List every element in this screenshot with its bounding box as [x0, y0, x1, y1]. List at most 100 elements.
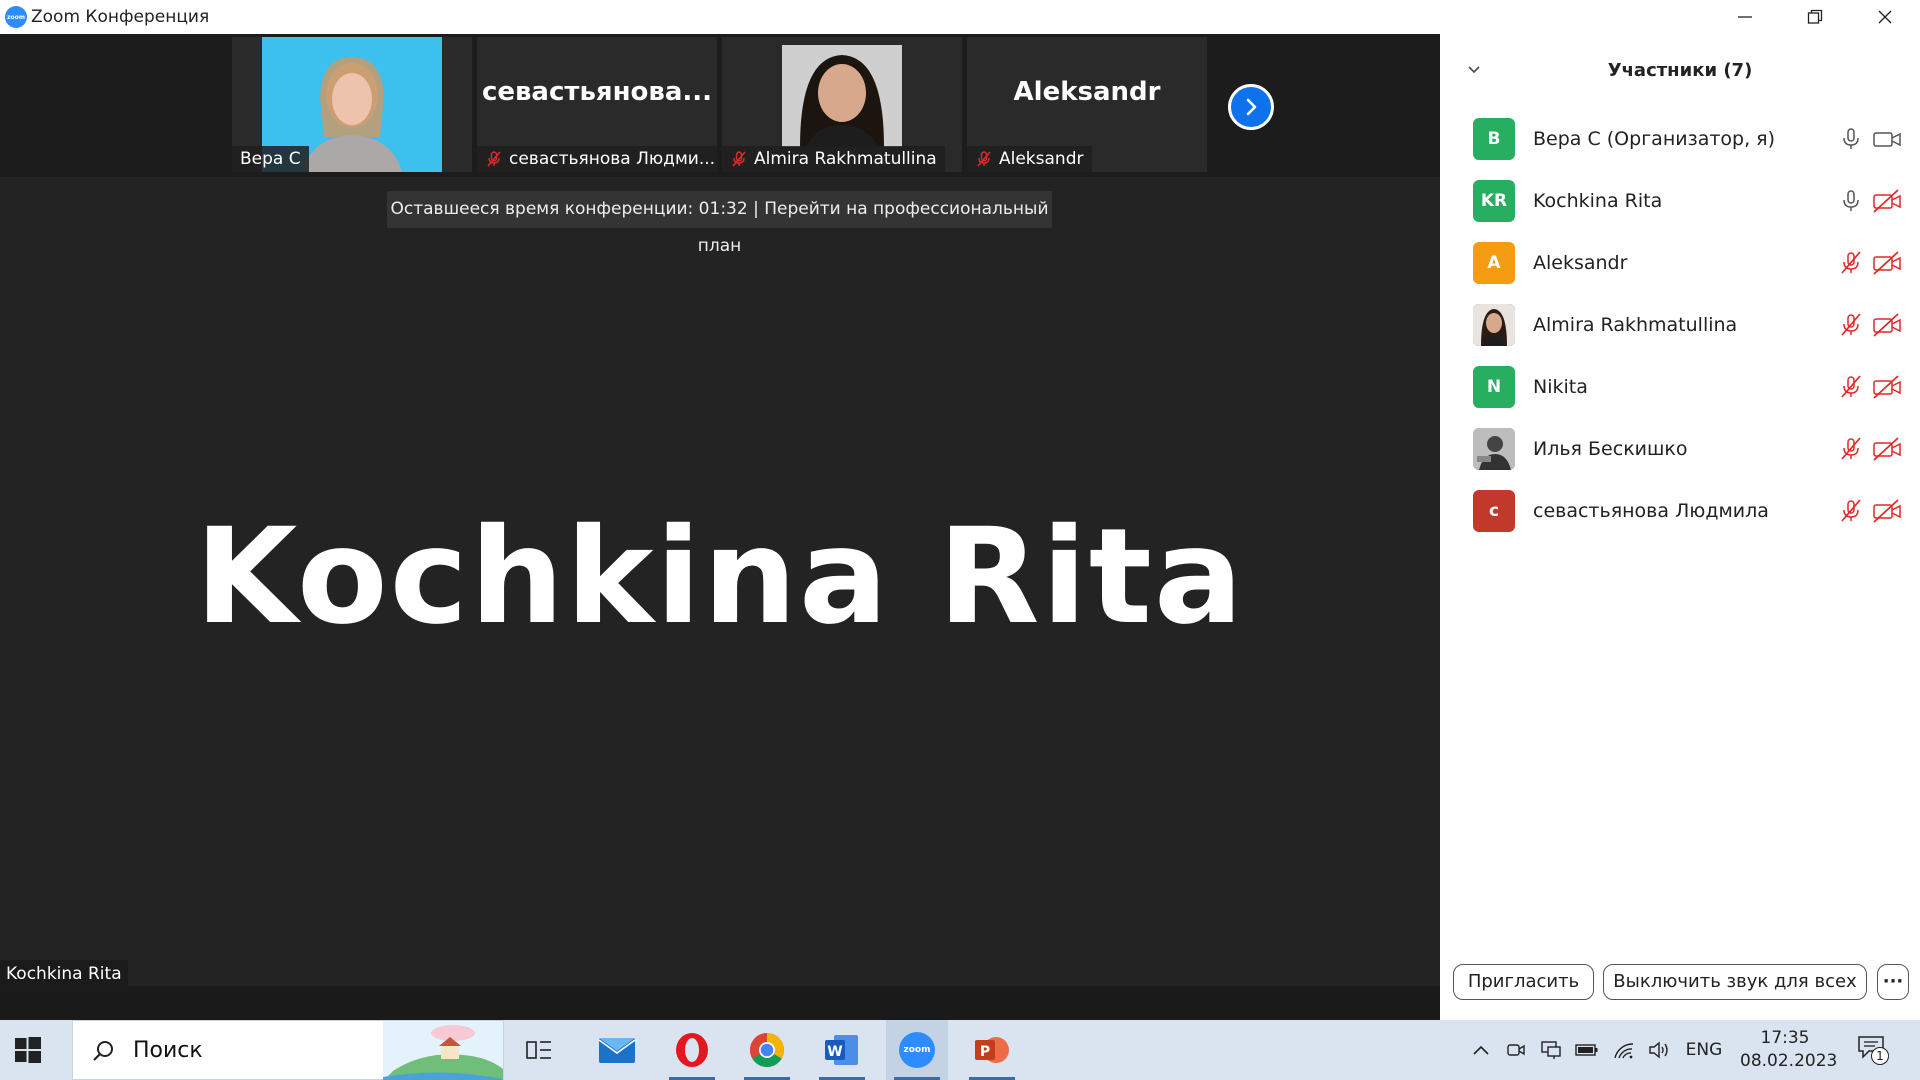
restore-button[interactable] — [1780, 0, 1850, 34]
participant-photo — [782, 45, 902, 147]
title-bar: zoom Zoom Конференция — [0, 0, 1920, 34]
video-on-icon — [1873, 132, 1901, 147]
taskbar-opera[interactable] — [661, 1020, 723, 1080]
chrome-icon — [750, 1033, 784, 1067]
participant-avatar: KR — [1473, 180, 1515, 222]
video-area: Вера С севастьянова... севастьянова Людм… — [0, 34, 1440, 988]
tray-network-wired[interactable] — [1536, 1020, 1566, 1080]
clock-date: 08.02.2023 — [1740, 1051, 1838, 1071]
close-button[interactable] — [1850, 0, 1920, 34]
participants-panel: Участники (7) В Вера С (Организатор, я) KR… — [1440, 34, 1920, 1020]
mic-on-icon — [1843, 128, 1859, 149]
windows-start-icon[interactable] — [14, 1036, 42, 1064]
video-footer — [0, 986, 1440, 1020]
taskbar-chrome[interactable] — [736, 1020, 798, 1080]
powerpoint-icon: P — [975, 1037, 1009, 1063]
video-off-icon — [1873, 251, 1901, 275]
tray-volume[interactable] — [1644, 1020, 1674, 1080]
mic-muted-icon — [487, 151, 501, 167]
search-placeholder: Поиск — [133, 1038, 203, 1063]
invite-button[interactable]: Пригласить — [1453, 964, 1594, 1000]
word-icon: W — [825, 1035, 858, 1065]
tile-name-label: Almira Rakhmatullina — [722, 146, 945, 172]
chevron-right-icon — [1246, 98, 1257, 116]
participant-name: Kochkina Rita — [1533, 190, 1663, 212]
participant-name: Almira Rakhmatullina — [1533, 314, 1738, 336]
participant-name: Aleksandr — [1533, 252, 1628, 274]
chevron-up-icon — [1473, 1045, 1489, 1055]
participant-avatar — [1473, 304, 1515, 346]
volume-icon — [1649, 1041, 1668, 1059]
participant-row[interactable]: В Вера С (Организатор, я) — [1440, 108, 1920, 170]
taskbar-word[interactable]: W — [811, 1020, 873, 1080]
next-page-button[interactable] — [1228, 84, 1274, 130]
search-icon — [93, 1041, 113, 1061]
svg-text:W: W — [827, 1044, 842, 1060]
video-off-icon — [1873, 313, 1901, 337]
mic-muted-icon — [1841, 313, 1861, 336]
video-off-icon — [1873, 499, 1901, 523]
participant-name: Nikita — [1533, 376, 1588, 398]
taskbar-clock[interactable]: 17:35 08.02.2023 — [1740, 1027, 1838, 1073]
mail-icon — [598, 1038, 636, 1063]
mic-muted-icon — [732, 151, 746, 167]
notification-center-button[interactable]: 1 — [1852, 1020, 1892, 1080]
participant-row[interactable]: KR Kochkina Rita — [1440, 170, 1920, 232]
active-speaker-label: Kochkina Rita — [0, 960, 128, 988]
video-tile-aleksandr[interactable]: Aleksandr Aleksandr — [967, 37, 1207, 172]
tray-wifi[interactable] — [1610, 1020, 1638, 1080]
tile-name-label: Вера С — [232, 146, 309, 172]
search-highlight-illustration — [383, 1021, 503, 1080]
taskbar-mail[interactable] — [586, 1020, 648, 1080]
active-speaker-name: Kochkina Rita — [195, 500, 1245, 654]
tile-name-label: севастьянова Людми... — [477, 146, 717, 172]
tile-big-name: севастьянова... — [481, 77, 713, 107]
taskbar-zoom[interactable]: zoom — [886, 1020, 948, 1080]
participant-avatar: с — [1473, 490, 1515, 532]
mic-muted-icon — [1841, 437, 1861, 460]
mic-muted-icon — [977, 151, 991, 167]
zoom-app-icon: zoom — [899, 1032, 935, 1068]
mic-muted-icon — [1841, 499, 1861, 522]
monitor-network-icon — [1541, 1041, 1561, 1059]
participant-row[interactable]: N Nikita — [1440, 356, 1920, 418]
more-options-button[interactable]: ··· — [1877, 964, 1909, 1000]
participant-row[interactable]: Илья Бескишко — [1440, 418, 1920, 480]
task-view-icon — [526, 1041, 551, 1059]
participant-name: Вера С (Организатор, я) — [1533, 128, 1776, 150]
participant-avatar: A — [1473, 242, 1515, 284]
wifi-icon — [1614, 1043, 1634, 1059]
tray-meet-now[interactable] — [1502, 1020, 1530, 1080]
time-remaining-banner[interactable]: Оставшееся время конференции: 01:32 | Пе… — [387, 191, 1052, 256]
participant-row[interactable]: Almira Rakhmatullina — [1440, 294, 1920, 356]
taskbar-search-box[interactable]: Поиск — [72, 1020, 504, 1080]
opera-icon — [676, 1033, 708, 1067]
participant-row[interactable]: A Aleksandr — [1440, 232, 1920, 294]
mic-muted-icon — [1841, 375, 1861, 398]
participant-avatar: В — [1473, 118, 1515, 160]
video-tile-almira[interactable]: Almira Rakhmatullina — [722, 37, 962, 172]
taskbar-powerpoint[interactable]: P — [961, 1020, 1023, 1080]
tray-battery[interactable] — [1572, 1020, 1602, 1080]
tile-big-name: Aleksandr — [1013, 77, 1161, 107]
clock-time: 17:35 — [1760, 1028, 1810, 1048]
participant-avatar — [1473, 428, 1515, 470]
svg-text:P: P — [980, 1044, 990, 1060]
video-tile-vera[interactable]: Вера С — [232, 37, 472, 172]
video-off-icon — [1873, 437, 1901, 461]
video-off-icon — [1873, 189, 1901, 213]
tray-language[interactable]: ENG — [1680, 1020, 1728, 1080]
video-tile-sevastyanova[interactable]: севастьянова... севастьянова Людми... — [477, 37, 717, 172]
thumbnail-strip: Вера С севастьянова... севастьянова Людм… — [0, 34, 1440, 177]
zoom-logo-icon: zoom — [5, 6, 27, 28]
minimize-button[interactable] — [1710, 0, 1780, 34]
notification-badge: 1 — [1871, 1047, 1889, 1065]
mute-all-button[interactable]: Выключить звук для всех — [1603, 964, 1867, 1000]
taskbar-task-view[interactable] — [508, 1020, 570, 1080]
participant-name: Илья Бескишко — [1533, 438, 1688, 460]
mic-muted-icon — [1841, 251, 1861, 274]
participant-row[interactable]: с севастьянова Людмила — [1440, 480, 1920, 542]
camera-icon — [1507, 1044, 1525, 1056]
tray-expand-button[interactable] — [1466, 1020, 1496, 1080]
window-title: Zoom Конференция — [31, 7, 210, 27]
